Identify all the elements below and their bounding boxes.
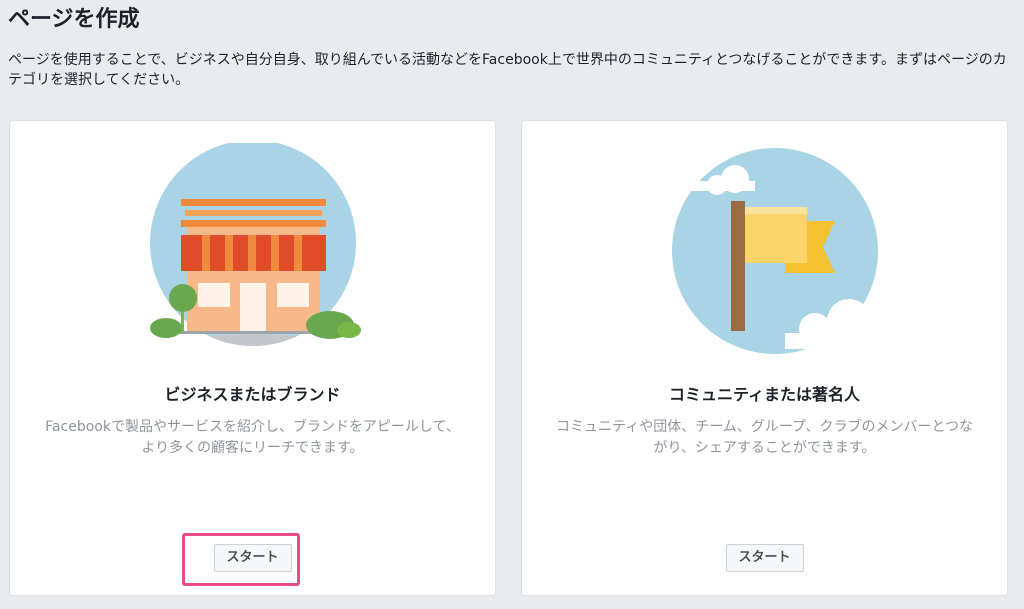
- page-description: ページを使用することで、ビジネスや自分自身、取り組んでいる活動などをFacebo…: [8, 52, 1007, 88]
- community-public-figure-description: コミュニティや団体、チーム、グループ、クラブのメンバーとつながり、シェアすること…: [556, 419, 973, 456]
- business-brand-description: Facebookで製品やサービスを紹介し、ブランドをアピールして、より多くの顧客…: [45, 419, 460, 456]
- business-brand-card[interactable]: ビジネスまたはブランド Facebookで製品やサービスを紹介し、ブランドをアピ…: [9, 120, 496, 596]
- page-title: ページを作成: [8, 7, 140, 32]
- flag-icon: [654, 148, 895, 354]
- create-page-screen: ページを作成 ページを使用することで、ビジネスや自分自身、取り組んでいる活動など…: [0, 0, 1024, 609]
- storefront-icon: [149, 143, 361, 346]
- community-start-button[interactable]: スタート: [725, 544, 804, 572]
- business-start-button[interactable]: スタート: [213, 544, 292, 572]
- community-public-figure-title: コミュニティまたは著名人: [668, 385, 861, 404]
- community-public-figure-card[interactable]: コミュニティまたは著名人 コミュニティや団体、チーム、グループ、クラブのメンバー…: [521, 120, 1008, 596]
- business-brand-title: ビジネスまたはブランド: [164, 385, 341, 404]
